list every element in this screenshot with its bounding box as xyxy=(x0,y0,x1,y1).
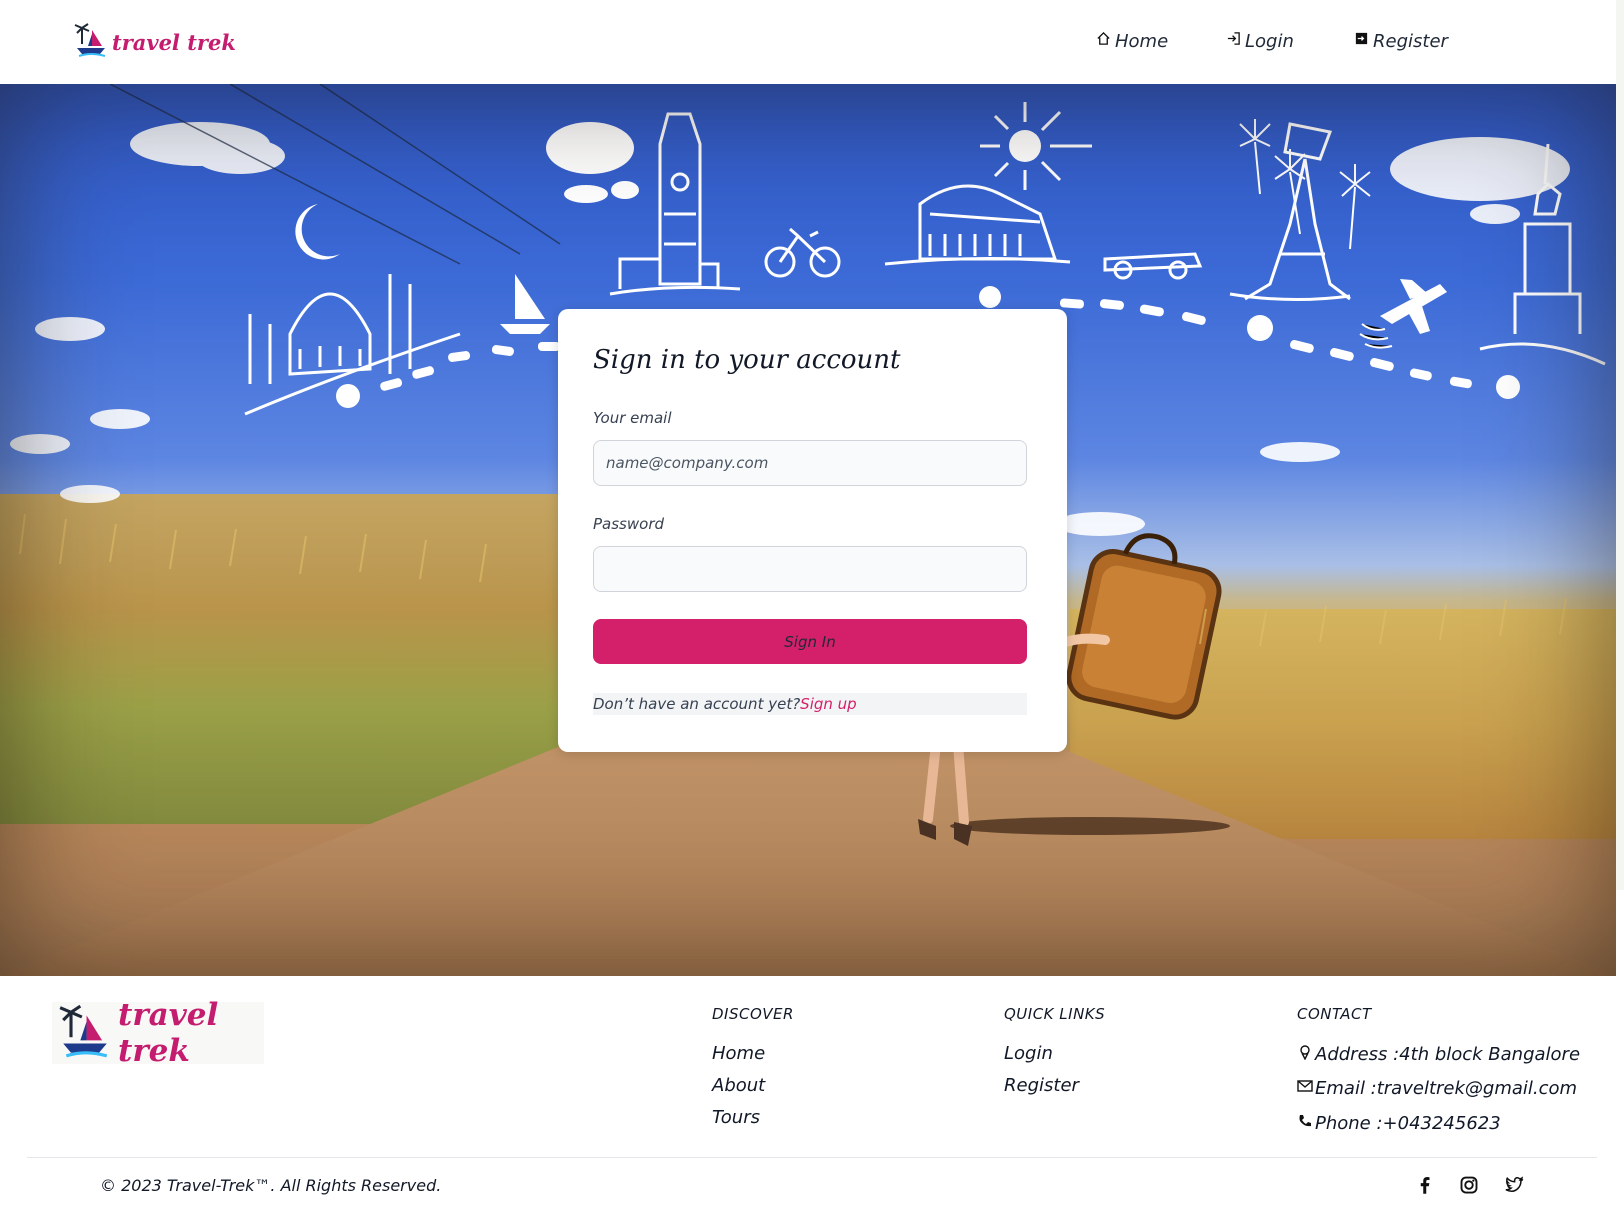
signin-button[interactable]: Sign In xyxy=(593,619,1027,664)
nav-login-label: Login xyxy=(1245,30,1294,52)
footer-link-login[interactable]: Login xyxy=(1004,1043,1053,1064)
footer-link-tours[interactable]: Tours xyxy=(712,1107,760,1128)
copyright-text: © 2023 Travel-Trek™. All Rights Reserved… xyxy=(100,1176,442,1195)
nav-register[interactable]: Register xyxy=(1354,30,1448,52)
footer-brand-name: travel trek xyxy=(118,997,219,1069)
contact-address: Address :4th block Bangalore xyxy=(1297,1044,1580,1065)
home-icon xyxy=(1096,30,1111,52)
palm-boat-icon xyxy=(58,1003,112,1063)
nav-login[interactable]: Login xyxy=(1226,30,1294,52)
contact-phone-text: Phone :+043245623 xyxy=(1315,1113,1501,1134)
map-pin-icon xyxy=(1297,1044,1313,1065)
instagram-icon[interactable] xyxy=(1459,1175,1479,1195)
signup-link[interactable]: Sign up xyxy=(800,695,857,713)
nav-register-label: Register xyxy=(1373,30,1448,52)
signin-card: Sign in to your account Your email Passw… xyxy=(558,309,1067,752)
password-input[interactable] xyxy=(593,546,1027,592)
footer-logo[interactable]: travel trek xyxy=(52,997,264,1069)
quick-links-title: QUICK LINKS xyxy=(1004,1005,1106,1023)
password-label: Password xyxy=(593,515,665,533)
footer-link-home[interactable]: Home xyxy=(712,1043,765,1064)
twitter-icon[interactable] xyxy=(1504,1175,1524,1195)
signup-prompt: Don’t have an account yet?Sign up xyxy=(593,693,1027,715)
no-account-text: Don’t have an account yet? xyxy=(593,695,801,713)
brand-name: travel trek xyxy=(112,29,236,55)
footer-link-register[interactable]: Register xyxy=(1004,1075,1079,1096)
footer-link-about[interactable]: About xyxy=(712,1075,765,1096)
contact-address-text: Address :4th block Bangalore xyxy=(1315,1044,1581,1065)
email-input[interactable] xyxy=(593,440,1027,486)
login-icon xyxy=(1226,30,1241,52)
contact-email-text: Email :traveltrek@gmail.com xyxy=(1315,1078,1578,1099)
page-edge xyxy=(1616,0,1624,890)
register-icon xyxy=(1354,30,1369,52)
contact-title: CONTACT xyxy=(1297,1005,1372,1023)
site-logo[interactable]: travel trek xyxy=(74,22,236,62)
footer-divider xyxy=(27,1157,1597,1158)
phone-icon xyxy=(1297,1113,1313,1134)
contact-email[interactable]: Email :traveltrek@gmail.com xyxy=(1297,1078,1577,1099)
palm-boat-icon xyxy=(74,22,108,62)
discover-title: DISCOVER xyxy=(712,1005,794,1023)
nav-home[interactable]: Home xyxy=(1096,30,1168,52)
facebook-icon[interactable] xyxy=(1415,1175,1435,1195)
contact-phone[interactable]: Phone :+043245623 xyxy=(1297,1113,1501,1134)
signin-title: Sign in to your account xyxy=(593,345,901,375)
site-header: travel trek Home Login Register xyxy=(0,0,1616,84)
mail-icon xyxy=(1297,1078,1313,1099)
nav-home-label: Home xyxy=(1115,30,1169,52)
email-label: Your email xyxy=(593,409,672,427)
